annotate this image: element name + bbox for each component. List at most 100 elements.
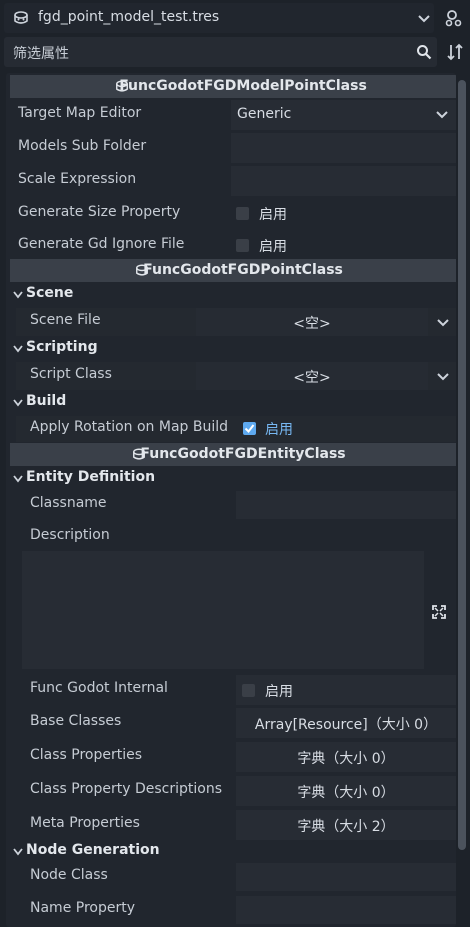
section-node-generation[interactable]: Node Generation [10, 840, 456, 863]
category-title: FuncGodotFGDPointClass [143, 262, 343, 278]
property-label: Scale Expression [18, 171, 137, 187]
checkbox-label: 启用 [265, 422, 293, 438]
property-label: Class Properties [30, 747, 143, 763]
scale-expression-input[interactable] [231, 166, 456, 196]
generate-size-checkbox[interactable] [236, 207, 249, 220]
property-label: Generate Gd Ignore File [18, 236, 185, 252]
property-scene-file: Scene File <空> [16, 308, 456, 336]
script-class-picker[interactable]: <空> [196, 362, 428, 390]
chevron-down-icon [13, 399, 23, 407]
filter-placeholder: 筛选属性 [13, 46, 69, 62]
section-scene[interactable]: Scene [10, 283, 456, 306]
property-label: Class Property Descriptions [30, 781, 223, 797]
expand-icon[interactable] [432, 605, 446, 619]
meta-properties-button[interactable]: 字典（大小 2） [236, 810, 456, 840]
scrollbar-thumb[interactable] [458, 80, 466, 850]
property-class-properties: Class Properties 字典（大小 0） [10, 742, 456, 772]
property-models-sub-folder: Models Sub Folder [10, 133, 456, 163]
chevron-down-icon [13, 345, 23, 353]
category-title: FuncGodotFGDModelPointClass [119, 78, 367, 94]
inspector-panel: FuncGodotFGDModelPointClass Target Map E… [6, 73, 456, 927]
class-properties-button[interactable]: 字典（大小 0） [236, 742, 456, 772]
property-label: Base Classes [30, 713, 122, 729]
section-title: Scene [26, 285, 74, 301]
property-label: Apply Rotation on Map Build [30, 419, 229, 435]
classname-input[interactable] [236, 491, 456, 519]
chevron-down-icon [436, 111, 448, 119]
search-icon [417, 45, 432, 60]
func-godot-internal-checkbox[interactable] [242, 684, 255, 697]
property-label: Scene File [30, 312, 101, 328]
property-label: Target Map Editor [18, 105, 142, 121]
category-entity-class: FuncGodotFGDEntityClass [10, 443, 456, 466]
section-title: Entity Definition [26, 469, 156, 485]
property-scale-expression: Scale Expression [10, 166, 456, 196]
property-node-class: Node Class [10, 863, 456, 891]
chevron-down-icon [13, 291, 23, 299]
property-classname: Classname [10, 491, 456, 519]
name-property-input[interactable] [236, 896, 456, 924]
filter-bar: 筛选属性 [4, 37, 464, 67]
property-func-godot-internal: Func Godot Internal 启用 [10, 675, 456, 705]
apply-rotation-checkbox[interactable] [243, 422, 256, 435]
property-label: Script Class [30, 366, 112, 382]
property-class-property-descriptions: Class Property Descriptions 字典（大小 0） [10, 776, 456, 806]
section-title: Node Generation [26, 842, 160, 858]
section-build[interactable]: Build [10, 391, 456, 414]
checkbox-label: 启用 [259, 207, 287, 223]
category-model-point-class: FuncGodotFGDModelPointClass [10, 75, 456, 98]
property-description: Description [10, 525, 456, 547]
property-label: Description [30, 527, 110, 543]
scene-file-picker[interactable]: <空> [196, 308, 428, 336]
base-classes-button[interactable]: Array[Resource]（大小 0） [236, 708, 456, 738]
checkbox-label: 启用 [265, 684, 293, 700]
button-value: 字典（大小 2） [297, 819, 395, 835]
picker-value: <空> [293, 370, 331, 386]
chevron-down-icon[interactable] [436, 318, 450, 328]
generate-gd-ignore-checkbox[interactable] [236, 239, 249, 252]
section-title: Build [26, 393, 67, 409]
button-value: 字典（大小 0） [297, 751, 395, 767]
property-target-map-editor: Target Map Editor Generic [10, 100, 456, 130]
property-label: Node Class [30, 867, 108, 883]
chevron-down-icon[interactable] [436, 372, 450, 382]
resource-name: fgd_point_model_test.tres [38, 9, 220, 25]
description-textarea[interactable] [22, 551, 424, 669]
models-sub-folder-input[interactable] [231, 133, 456, 163]
section-title: Scripting [26, 339, 98, 355]
target-map-editor-dropdown[interactable]: Generic [231, 100, 456, 130]
checkbox-label: 启用 [259, 239, 287, 255]
property-generate-size: Generate Size Property 启用 [10, 199, 456, 229]
property-label: Func Godot Internal [30, 680, 168, 696]
property-label: Classname [30, 495, 107, 511]
chevron-down-icon [13, 848, 23, 856]
property-label: Generate Size Property [18, 204, 181, 220]
property-label: Meta Properties [30, 815, 140, 831]
property-label: Name Property [30, 900, 135, 916]
property-name-property: Name Property [10, 896, 456, 924]
section-scripting[interactable]: Scripting [10, 337, 456, 360]
button-value: 字典（大小 0） [297, 785, 395, 801]
property-script-class: Script Class <空> [16, 362, 456, 390]
checkmark-icon [244, 424, 255, 434]
category-title: FuncGodotFGDEntityClass [140, 446, 346, 462]
category-point-class: FuncGodotFGDPointClass [10, 259, 456, 282]
property-generate-gd-ignore: Generate Gd Ignore File 启用 [10, 231, 456, 261]
section-entity-definition[interactable]: Entity Definition [10, 467, 456, 490]
func-godot-internal-field: 启用 [236, 675, 456, 705]
object-tools-icon[interactable] [444, 8, 464, 28]
resource-bar: fgd_point_model_test.tres [0, 0, 470, 38]
node-class-input[interactable] [236, 863, 456, 891]
property-label: Models Sub Folder [18, 138, 147, 154]
chevron-down-icon [418, 15, 430, 23]
filter-properties-input[interactable]: 筛选属性 [4, 37, 437, 67]
picker-value: <空> [293, 316, 331, 332]
resource-selector[interactable]: fgd_point_model_test.tres [4, 3, 434, 33]
sort-icon[interactable] [446, 43, 464, 61]
dropdown-value: Generic [237, 106, 292, 122]
class-property-descriptions-button[interactable]: 字典（大小 0） [236, 776, 456, 806]
property-meta-properties: Meta Properties 字典（大小 2） [10, 810, 456, 840]
property-apply-rotation: Apply Rotation on Map Build 启用 [16, 416, 456, 442]
button-value: Array[Resource]（大小 0） [254, 717, 438, 733]
property-base-classes: Base Classes Array[Resource]（大小 0） [10, 708, 456, 738]
